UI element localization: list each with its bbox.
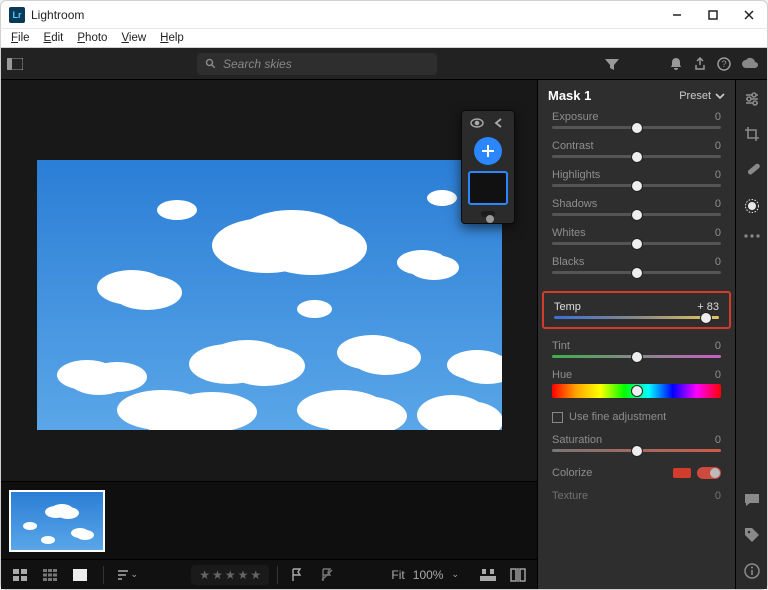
slider-texture[interactable]: Texture0 (552, 490, 721, 502)
help-icon[interactable]: ? (717, 57, 731, 71)
filmstrip-thumb[interactable] (9, 490, 105, 552)
comment-icon[interactable] (744, 493, 760, 507)
zoom-label[interactable]: 100% (413, 568, 444, 582)
filter-icon[interactable] (605, 57, 619, 71)
close-button[interactable] (731, 1, 767, 29)
fit-label[interactable]: Fit (391, 568, 404, 582)
menu-photo[interactable]: Photo (71, 31, 113, 45)
view-grid2-icon[interactable] (39, 569, 61, 581)
right-rail (735, 80, 767, 589)
slider-blacks[interactable]: Blacks0 (552, 256, 721, 274)
slider-saturation[interactable]: Saturation0 (552, 434, 721, 452)
mask-icon[interactable] (744, 198, 760, 214)
preset-dropdown[interactable]: Preset (679, 90, 725, 102)
app-body: Search skies ? (0, 48, 768, 590)
canvas-column: ⌄ ★★★★★ Fit 100% ⌄ (1, 80, 537, 589)
maximize-button[interactable] (695, 1, 731, 29)
view-grid-icon[interactable] (9, 569, 31, 581)
sliders-icon[interactable] (744, 92, 760, 106)
reject-flag-icon[interactable] (316, 568, 338, 582)
slider-highlights[interactable]: Highlights0 (552, 169, 721, 187)
mask-thumbnail[interactable] (468, 171, 508, 205)
slider-whites[interactable]: Whites0 (552, 227, 721, 245)
overlay-icon[interactable] (477, 569, 499, 581)
colorize-label: Colorize (552, 467, 592, 479)
crop-icon[interactable] (744, 126, 760, 142)
menu-help[interactable]: Help (154, 31, 190, 45)
slider-shadows[interactable]: Shadows0 (552, 198, 721, 216)
rating-stars[interactable]: ★★★★★ (191, 565, 269, 585)
window-titlebar: Lr Lightroom (0, 0, 768, 28)
tag-icon[interactable] (744, 527, 760, 543)
slider-hue[interactable]: Hue0 (552, 369, 721, 398)
compare-icon[interactable] (507, 568, 529, 582)
menu-view[interactable]: View (115, 31, 152, 45)
menu-file[interactable]: File (5, 31, 36, 45)
photo-preview[interactable] (37, 160, 502, 430)
colorize-toggle[interactable] (697, 467, 721, 479)
more-icon[interactable] (744, 234, 760, 238)
minimize-button[interactable] (659, 1, 695, 29)
panel-toggle-icon[interactable] (1, 50, 29, 78)
app-icon: Lr (9, 7, 25, 23)
slider-exposure[interactable]: Exposure0 (552, 111, 721, 129)
canvas-area[interactable] (1, 80, 537, 481)
temp-highlight-box: Temp+ 83 (542, 291, 731, 329)
eye-icon[interactable] (469, 115, 485, 131)
slider-tint[interactable]: Tint0 (552, 340, 721, 358)
mask-title: Mask 1 (548, 88, 591, 103)
flag-icon[interactable] (286, 568, 308, 582)
back-arrow-icon[interactable] (491, 115, 507, 131)
slider-contrast[interactable]: Contrast0 (552, 140, 721, 158)
search-placeholder: Search skies (223, 57, 292, 71)
colorize-swatch[interactable] (673, 468, 691, 478)
top-toolbar: Search skies ? (1, 48, 767, 80)
slider-temp[interactable]: Temp+ 83 (554, 301, 719, 319)
status-bar: ⌄ ★★★★★ Fit 100% ⌄ (1, 559, 537, 589)
mask-palette[interactable] (461, 110, 515, 224)
add-mask-button[interactable] (474, 137, 502, 165)
share-icon[interactable] (693, 57, 707, 71)
menu-edit[interactable]: Edit (38, 31, 70, 45)
fine-adjustment-checkbox[interactable]: Use fine adjustment (552, 411, 721, 423)
search-input[interactable]: Search skies (197, 53, 437, 75)
edit-panel: Mask 1 Preset Exposure0 Contrast0 (537, 80, 735, 589)
cloud-icon[interactable] (741, 57, 759, 71)
svg-text:?: ? (721, 59, 726, 69)
bell-icon[interactable] (669, 57, 683, 71)
menu-bar: File Edit Photo View Help (0, 28, 768, 48)
view-single-icon[interactable] (69, 569, 91, 581)
heal-icon[interactable] (744, 162, 760, 178)
sort-icon[interactable]: ⌄ (116, 569, 138, 581)
filmstrip[interactable] (1, 481, 537, 559)
info-icon[interactable] (744, 563, 760, 579)
search-icon (205, 58, 217, 70)
window-title: Lightroom (31, 8, 84, 22)
chevron-down-icon (715, 91, 725, 101)
